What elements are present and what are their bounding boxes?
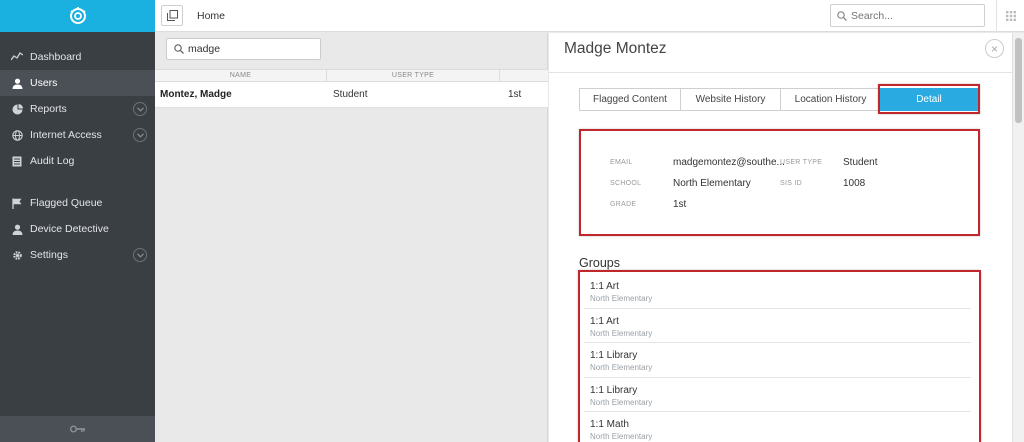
sidebar-item-settings[interactable]: Settings xyxy=(0,242,155,268)
column-header-name[interactable]: NAME xyxy=(155,70,327,81)
column-header-user-type[interactable]: USER TYPE xyxy=(327,70,500,81)
gear-icon xyxy=(11,249,23,261)
chevron-down-icon[interactable] xyxy=(133,248,147,262)
user-search-input[interactable] xyxy=(188,43,308,55)
sidebar-item-reports[interactable]: Reports xyxy=(0,96,155,122)
app-grid-button[interactable] xyxy=(996,0,1024,32)
sidebar-footer[interactable] xyxy=(0,416,155,442)
tab-flagged-content[interactable]: Flagged Content xyxy=(579,88,681,111)
global-search[interactable] xyxy=(830,4,985,27)
sidebar-item-label: Device Detective xyxy=(30,223,109,235)
scrollbar[interactable] xyxy=(1012,33,1024,442)
column-header-extra xyxy=(500,70,548,81)
pie-chart-icon xyxy=(11,103,23,115)
sidebar-item-dashboard[interactable]: Dashboard xyxy=(0,44,155,70)
top-bar: Home xyxy=(155,0,1024,32)
table-row[interactable]: Montez, Madge Student 1st xyxy=(155,82,548,108)
search-icon xyxy=(837,10,847,21)
user-icon xyxy=(11,77,23,89)
copy-icon xyxy=(166,10,178,21)
sidebar-item-label: Settings xyxy=(30,249,68,261)
highlight-box-groups xyxy=(578,270,981,442)
logo-icon xyxy=(69,7,86,24)
sidebar-item-label: Flagged Queue xyxy=(30,197,103,209)
sidebar: Dashboard Users Reports Internet Access … xyxy=(0,0,155,442)
tab-website-history[interactable]: Website History xyxy=(680,88,781,111)
user-list-panel: NAME USER TYPE Montez, Madge Student 1st xyxy=(155,33,548,442)
sidebar-item-label: Internet Access xyxy=(30,129,102,141)
copy-window-button[interactable] xyxy=(161,5,183,26)
user-icon xyxy=(11,223,23,235)
sidebar-item-audit-log[interactable]: Audit Log xyxy=(0,148,155,174)
row-user-type: Student xyxy=(333,89,368,100)
scrollbar-thumb[interactable] xyxy=(1015,38,1022,123)
tab-location-history[interactable]: Location History xyxy=(780,88,881,111)
chevron-down-icon[interactable] xyxy=(133,128,147,142)
sidebar-item-internet-access[interactable]: Internet Access xyxy=(0,122,155,148)
grid-icon xyxy=(1005,11,1016,21)
flag-icon xyxy=(11,197,23,209)
sidebar-item-label: Audit Log xyxy=(30,155,75,167)
key-icon xyxy=(69,425,85,433)
sidebar-item-label: Dashboard xyxy=(30,51,82,63)
breadcrumb[interactable]: Home xyxy=(197,10,225,22)
highlight-box-tab xyxy=(878,84,980,114)
close-icon: × xyxy=(990,41,998,56)
sidebar-item-device-detective[interactable]: Device Detective xyxy=(0,216,155,242)
user-detail-panel: Madge Montez × Flagged Content Website H… xyxy=(549,33,1012,442)
sidebar-item-flagged-queue[interactable]: Flagged Queue xyxy=(0,190,155,216)
chevron-down-icon[interactable] xyxy=(133,102,147,116)
page-title: Madge Montez xyxy=(564,40,667,57)
row-name: Montez, Madge xyxy=(160,89,232,100)
logo-bar[interactable] xyxy=(0,0,155,32)
highlight-box-info xyxy=(579,129,980,236)
dashboard-icon xyxy=(11,51,23,63)
close-button[interactable]: × xyxy=(985,39,1004,58)
list-icon xyxy=(11,155,23,167)
user-search[interactable] xyxy=(166,38,321,60)
sidebar-item-label: Reports xyxy=(30,103,67,115)
sidebar-item-users[interactable]: Users xyxy=(0,70,155,96)
search-input[interactable] xyxy=(851,9,971,22)
divider xyxy=(549,72,1012,73)
groups-heading: Groups xyxy=(579,256,620,270)
table-header: NAME USER TYPE xyxy=(155,69,548,82)
globe-icon xyxy=(11,129,23,141)
sidebar-item-label: Users xyxy=(30,77,58,89)
search-icon xyxy=(174,44,184,54)
row-grade: 1st xyxy=(508,89,522,100)
sidebar-nav: Dashboard Users Reports Internet Access … xyxy=(0,32,155,268)
